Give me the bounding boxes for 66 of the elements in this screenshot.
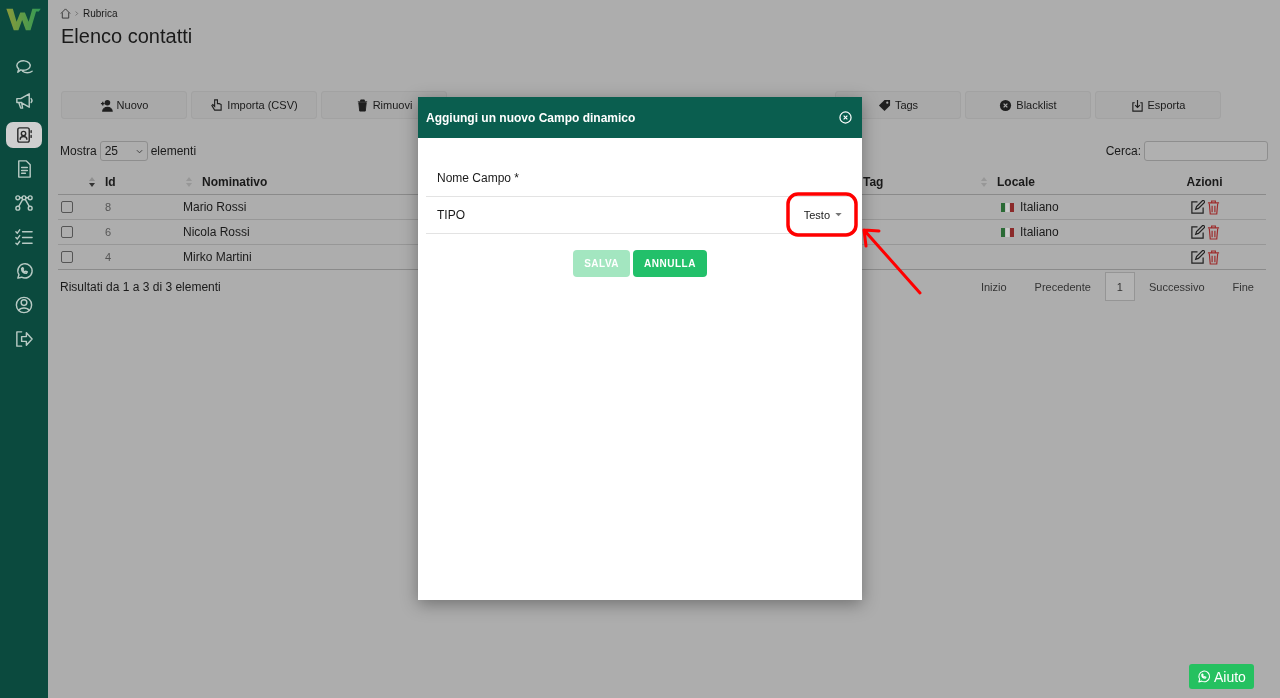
flag-icon <box>1001 202 1014 212</box>
search-label: Cerca: <box>1105 144 1141 158</box>
edit-icon[interactable] <box>1189 249 1205 265</box>
sidebar-item[interactable] <box>6 122 42 148</box>
type-dropdown[interactable]: Testo <box>803 209 842 221</box>
trash-icon[interactable] <box>1206 199 1220 215</box>
show-label: Mostra <box>60 144 97 158</box>
edit-icon[interactable] <box>1189 224 1205 240</box>
add-person-icon <box>99 98 113 112</box>
edit-icon[interactable] <box>1189 199 1205 215</box>
pagination-button[interactable]: Successivo <box>1134 272 1219 301</box>
checklist-icon <box>14 227 34 247</box>
entries-label: elementi <box>150 144 197 158</box>
pagination-button[interactable]: Fine <box>1218 272 1268 301</box>
page-size-select[interactable]: 25 <box>99 141 148 161</box>
megaphone-icon <box>14 91 34 111</box>
pagination-button[interactable]: 1 <box>1104 272 1135 301</box>
whatsapp-icon <box>14 261 34 281</box>
page-title: Elenco contatti <box>61 25 194 49</box>
table-cell: Nicola Rossi <box>183 225 250 239</box>
flow-diagram-icon <box>14 193 34 213</box>
tag-icon <box>877 98 891 112</box>
column-header[interactable]: Azioni <box>1186 175 1223 189</box>
table-cell: Italiano <box>1020 225 1059 239</box>
column-header[interactable]: Nominativo <box>202 175 268 189</box>
logout-icon <box>14 329 34 349</box>
table-cell: Mario Rossi <box>183 200 247 214</box>
table-cell: 6 <box>105 226 112 238</box>
download-icon <box>1130 98 1144 112</box>
results-info: Risultati da 1 a 3 di 3 elementi <box>60 279 221 294</box>
sort-descending-icon[interactable] <box>87 176 97 188</box>
caret-icon <box>835 213 842 217</box>
row-checkbox[interactable] <box>61 251 73 263</box>
hand-pointer-icon <box>210 98 224 112</box>
field-label: Nome Campo * <box>437 171 520 185</box>
toolbar-button[interactable]: Blacklist <box>965 91 1091 119</box>
chevron-down-icon <box>135 148 143 154</box>
table-cell: 8 <box>105 201 112 213</box>
field-label: TIPO <box>437 208 465 222</box>
account-icon <box>14 295 34 315</box>
pagination-button[interactable]: Inizio <box>966 272 1021 301</box>
flag-icon <box>1001 227 1014 237</box>
pagination-button[interactable]: Precedente <box>1020 272 1105 301</box>
column-header[interactable]: Locale <box>997 175 1035 189</box>
row-checkbox[interactable] <box>61 201 73 213</box>
whatsapp-icon <box>1196 669 1211 684</box>
trash-icon[interactable] <box>1206 224 1220 240</box>
column-header[interactable]: Tag <box>863 175 884 189</box>
toolbar-button[interactable]: Esporta <box>1095 91 1221 119</box>
toolbar-button[interactable]: Importa (CSV) <box>191 91 317 119</box>
table-cell: Mirko Martini <box>183 250 252 264</box>
breadcrumb-link[interactable]: Rubrica <box>83 8 118 19</box>
table-cell: 4 <box>105 251 112 263</box>
close-icon[interactable] <box>839 111 852 124</box>
column-header[interactable]: Id <box>105 175 116 189</box>
trash-icon <box>355 98 369 112</box>
search-field[interactable] <box>1144 141 1268 161</box>
home-icon[interactable] <box>60 8 71 19</box>
table-cell: Italiano <box>1020 200 1059 214</box>
x-circle-icon <box>999 98 1013 112</box>
chevron-icon <box>75 10 79 17</box>
trash-icon[interactable] <box>1206 249 1220 265</box>
contact-book-icon <box>14 125 34 145</box>
logo-icon <box>5 6 43 32</box>
toolbar-button[interactable]: Nuovo <box>61 91 187 119</box>
row-checkbox[interactable] <box>61 226 73 238</box>
